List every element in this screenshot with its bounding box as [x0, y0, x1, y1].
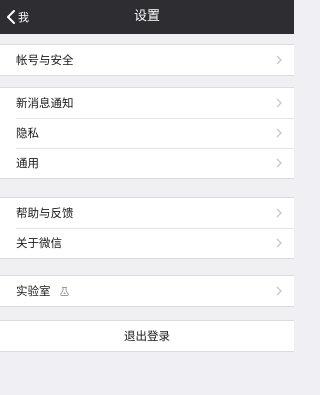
chevron-right-icon — [276, 158, 282, 168]
nav-bar: 我 设置 — [0, 0, 294, 34]
settings-item-help-feedback[interactable]: 帮助与反馈 — [0, 198, 294, 228]
group-help-about: 帮助与反馈 关于微信 — [0, 197, 294, 259]
chevron-right-icon — [276, 208, 282, 218]
settings-item-privacy[interactable]: 隐私 — [0, 118, 294, 148]
settings-item-label: 帐号与安全 — [16, 53, 74, 67]
lab-flask-icon — [59, 286, 70, 297]
settings-item-label: 隐私 — [16, 126, 39, 140]
settings-item-label: 实验室 — [16, 284, 51, 298]
settings-item-general[interactable]: 通用 — [0, 148, 294, 178]
group-notify-privacy-general: 新消息通知 隐私 通用 — [0, 87, 294, 179]
chevron-right-icon — [276, 98, 282, 108]
group-logout: 退出登录 — [0, 320, 294, 352]
group-account: 帐号与安全 — [0, 44, 294, 76]
settings-item-label: 新消息通知 — [16, 96, 74, 110]
settings-item-about[interactable]: 关于微信 — [0, 228, 294, 258]
chevron-right-icon — [276, 238, 282, 248]
page-title: 设置 — [133, 9, 160, 24]
chevron-right-icon — [276, 286, 282, 296]
settings-item-label: 关于微信 — [16, 236, 62, 250]
logout-button[interactable]: 退出登录 — [0, 321, 294, 351]
chevron-right-icon — [276, 55, 282, 65]
settings-item-lab[interactable]: 实验室 — [0, 276, 294, 306]
settings-item-account-security[interactable]: 帐号与安全 — [0, 45, 294, 75]
settings-item-label: 通用 — [16, 156, 39, 170]
settings-item-label: 帮助与反馈 — [16, 206, 74, 220]
group-lab: 实验室 — [0, 275, 294, 307]
settings-item-notifications[interactable]: 新消息通知 — [0, 88, 294, 118]
logout-label: 退出登录 — [124, 329, 170, 343]
chevron-right-icon — [276, 128, 282, 138]
